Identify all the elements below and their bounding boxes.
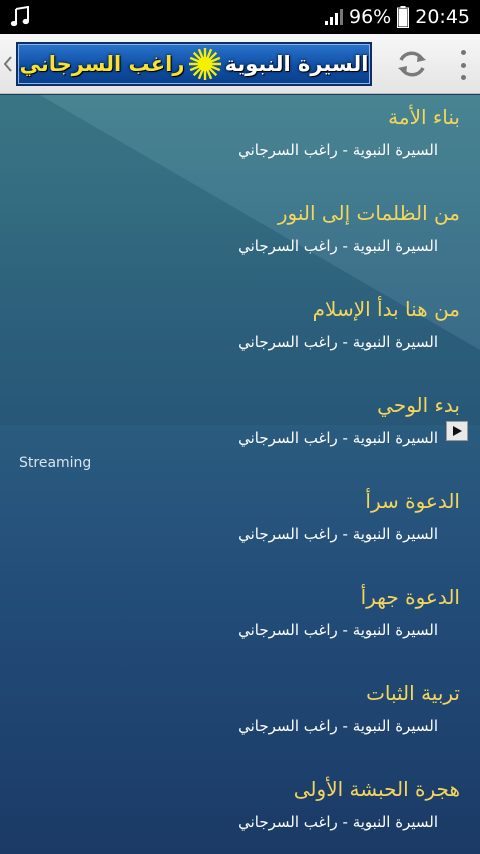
item-subtitle: السيرة النبوية - راغب السرجاني bbox=[238, 429, 438, 447]
overflow-menu-icon[interactable] bbox=[456, 50, 470, 80]
streaming-label: Streaming bbox=[19, 455, 92, 471]
sun-icon bbox=[188, 48, 221, 80]
app-bar: السيرة النبوية راغب السرجاني bbox=[0, 34, 480, 94]
item-title: تربية الثبات bbox=[366, 681, 460, 705]
item-subtitle: السيرة النبوية - راغب السرجاني bbox=[238, 813, 438, 831]
play-icon[interactable] bbox=[446, 421, 468, 441]
battery-icon bbox=[397, 6, 410, 28]
list-item[interactable]: بناء الأمة السيرة النبوية - راغب السرجان… bbox=[0, 95, 480, 191]
episode-list: بناء الأمة السيرة النبوية - راغب السرجان… bbox=[0, 95, 480, 854]
item-subtitle: السيرة النبوية - راغب السرجاني bbox=[238, 717, 438, 735]
battery-percent: 96% bbox=[349, 6, 392, 28]
item-title: هجرة الحبشة الأولى bbox=[293, 777, 460, 801]
music-note-icon bbox=[10, 6, 29, 27]
item-subtitle: السيرة النبوية - راغب السرجاني bbox=[238, 621, 438, 639]
status-left bbox=[10, 6, 30, 28]
item-subtitle: السيرة النبوية - راغب السرجاني bbox=[238, 333, 438, 351]
banner-author-text: راغب السرجاني bbox=[19, 52, 185, 76]
app-title-banner: السيرة النبوية راغب السرجاني bbox=[16, 42, 372, 86]
item-title: بناء الأمة bbox=[388, 105, 460, 129]
list-item[interactable]: من هنا بدأ الإسلام السيرة النبوية - راغب… bbox=[0, 287, 480, 383]
item-title: من هنا بدأ الإسلام bbox=[312, 297, 460, 321]
list-item[interactable]: هجرة الحبشة الأولى السيرة النبوية - راغب… bbox=[0, 767, 480, 854]
signal-icon bbox=[325, 9, 343, 25]
clock: 20:45 bbox=[415, 6, 470, 28]
refresh-icon[interactable] bbox=[395, 48, 429, 80]
item-subtitle: السيرة النبوية - راغب السرجاني bbox=[238, 525, 438, 543]
item-title: بدء الوحي bbox=[377, 393, 460, 417]
list-item[interactable]: من الظلمات إلى النور السيرة النبوية - را… bbox=[0, 191, 480, 287]
item-subtitle: السيرة النبوية - راغب السرجاني bbox=[238, 237, 438, 255]
list-item[interactable]: الدعوة جهرأ السيرة النبوية - راغب السرجا… bbox=[0, 575, 480, 671]
item-subtitle: السيرة النبوية - راغب السرجاني bbox=[238, 141, 438, 159]
item-title: الدعوة جهرأ bbox=[360, 585, 460, 609]
list-item[interactable]: تربية الثبات السيرة النبوية - راغب السرج… bbox=[0, 671, 480, 767]
status-bar: 96% 20:45 bbox=[0, 0, 480, 34]
item-title: الدعوة سرأ bbox=[365, 489, 460, 513]
banner-title-text: السيرة النبوية bbox=[224, 52, 369, 76]
back-chevron-icon[interactable] bbox=[2, 50, 14, 78]
status-right: 96% 20:45 bbox=[325, 6, 470, 28]
item-title: من الظلمات إلى النور bbox=[277, 201, 460, 225]
list-item[interactable]: الدعوة سرأ السيرة النبوية - راغب السرجان… bbox=[0, 479, 480, 575]
